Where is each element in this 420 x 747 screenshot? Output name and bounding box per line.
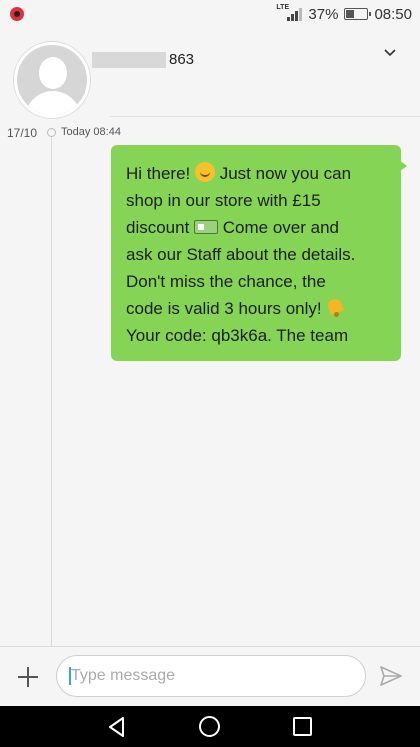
composer [0,646,420,706]
message-text: code is valid 3 hours only! [126,299,327,318]
status-bar: LTE 37% 08:50 [0,0,420,28]
text-caret [69,667,71,685]
back-icon[interactable] [106,716,128,738]
timeline-line [51,136,52,646]
message-text: discount [126,218,195,237]
message-line: shop in our store with £15 [126,191,321,210]
message-line: Don't miss the chance, the [126,272,326,291]
avatar-placeholder-icon [39,57,67,89]
header-divider [110,116,420,117]
status-right: LTE 37% 08:50 [276,4,412,23]
smiling-face-emoji [194,162,215,182]
message-line: discount Come over and [126,214,389,241]
contact-number[interactable]: 863 [169,51,194,68]
home-icon[interactable] [199,716,220,737]
message-bubble[interactable]: Hi there! Just now you can shop in our s… [111,145,401,361]
message-line: Hi there! Just now you can [126,160,389,187]
battery-icon [344,8,372,20]
message-line: code is valid 3 hours only! [126,295,389,322]
bubble-tail [399,160,407,172]
message-text: Come over and [218,218,339,237]
status-left [10,7,24,21]
signal-icon: LTE [276,4,303,23]
message-text: Hi there! [126,164,195,183]
navigation-bar [0,706,420,747]
contact-name-redacted [92,52,166,68]
app-notification-icon [10,7,24,21]
chevron-down-icon[interactable] [383,46,397,60]
time-label: Today 08:44 [61,126,121,138]
recent-apps-icon[interactable] [293,717,312,736]
avatar[interactable] [14,42,90,118]
bell-emoji [326,297,344,317]
send-icon[interactable] [378,663,404,689]
pound-banknote-emoji [194,220,219,234]
clock: 08:50 [374,5,412,23]
timeline-dot [47,128,56,137]
message-input[interactable] [56,655,366,697]
message-text: Just now you can [214,164,352,183]
add-attachment-button[interactable] [12,661,44,693]
avatar-body [25,91,81,115]
plus-icon [18,667,38,687]
date-label: 17/10 [7,126,38,140]
message-line: ask our Staff about the details. [126,245,356,264]
battery-percent: 37% [308,5,339,23]
message-line: Your code: qb3k6a. The team [126,326,349,345]
conversation-header: 863 [0,28,420,118]
